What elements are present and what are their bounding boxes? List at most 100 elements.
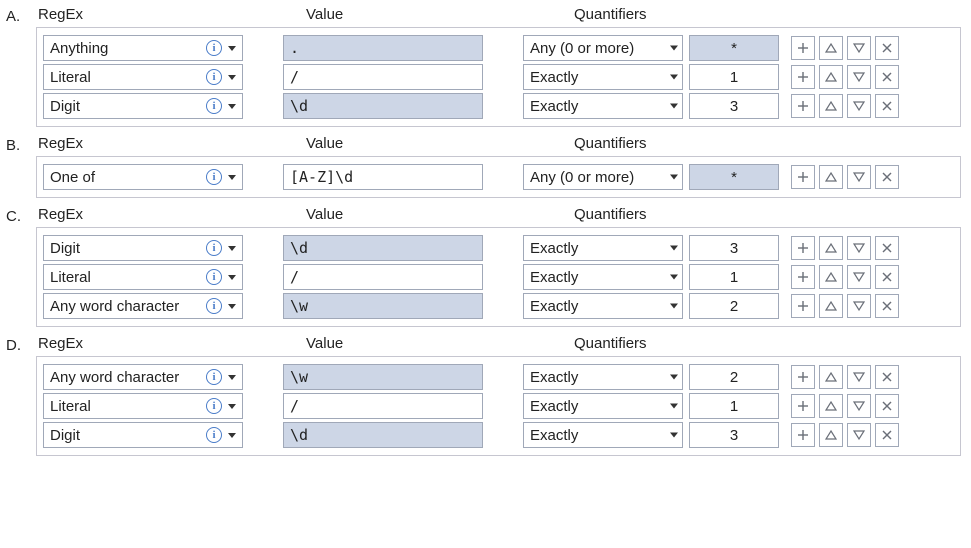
quantifier-count-input[interactable]: 3: [689, 235, 779, 261]
info-icon[interactable]: i: [206, 369, 222, 385]
value-text: [A-Z]\d: [290, 168, 353, 186]
value-input[interactable]: \d: [283, 235, 483, 261]
quantifier-label: Exactly: [530, 69, 578, 86]
delete-row-button[interactable]: [875, 394, 899, 418]
move-down-button[interactable]: [847, 365, 871, 389]
quantifier-count-input[interactable]: 2: [689, 293, 779, 319]
info-icon[interactable]: i: [206, 40, 222, 56]
move-up-button[interactable]: [819, 94, 843, 118]
delete-row-button[interactable]: [875, 94, 899, 118]
value-input[interactable]: /: [283, 264, 483, 290]
quantifier-dropdown[interactable]: Exactly: [523, 264, 683, 290]
regex-type-dropdown[interactable]: Literal i: [43, 64, 243, 90]
value-input[interactable]: \d: [283, 422, 483, 448]
quantifier-dropdown[interactable]: Exactly: [523, 364, 683, 390]
quantifier-dropdown[interactable]: Exactly: [523, 393, 683, 419]
value-input[interactable]: /: [283, 64, 483, 90]
value-input[interactable]: \w: [283, 293, 483, 319]
add-row-button[interactable]: [791, 65, 815, 89]
delete-row-button[interactable]: [875, 165, 899, 189]
quantifier-label: Any (0 or more): [530, 169, 634, 186]
move-down-button[interactable]: [847, 165, 871, 189]
add-row-button[interactable]: [791, 36, 815, 60]
value-input[interactable]: /: [283, 393, 483, 419]
move-down-button[interactable]: [847, 265, 871, 289]
value-input[interactable]: .: [283, 35, 483, 61]
quantifier-count-input[interactable]: 3: [689, 93, 779, 119]
add-row-button[interactable]: [791, 265, 815, 289]
add-row-button[interactable]: [791, 94, 815, 118]
quantifier-count-text: 2: [730, 369, 738, 386]
quantifier-dropdown[interactable]: Exactly: [523, 93, 683, 119]
quantifier-dropdown[interactable]: Any (0 or more): [523, 35, 683, 61]
add-row-button[interactable]: [791, 236, 815, 260]
delete-row-button[interactable]: [875, 423, 899, 447]
info-icon[interactable]: i: [206, 169, 222, 185]
move-up-button[interactable]: [819, 36, 843, 60]
move-down-button[interactable]: [847, 236, 871, 260]
move-up-button[interactable]: [819, 65, 843, 89]
regex-row: Literal i / Exactly 1: [43, 64, 954, 90]
chevron-down-icon: [228, 75, 236, 80]
delete-row-button[interactable]: [875, 36, 899, 60]
delete-row-button[interactable]: [875, 365, 899, 389]
regex-type-dropdown[interactable]: One of i: [43, 164, 243, 190]
move-down-button[interactable]: [847, 36, 871, 60]
regex-type-dropdown[interactable]: Literal i: [43, 393, 243, 419]
move-up-button[interactable]: [819, 294, 843, 318]
quantifier-count-input[interactable]: 2: [689, 364, 779, 390]
header-value: Value: [306, 206, 546, 223]
info-icon[interactable]: i: [206, 427, 222, 443]
regex-type-dropdown[interactable]: Literal i: [43, 264, 243, 290]
quantifier-count-text: 2: [730, 298, 738, 315]
move-down-button[interactable]: [847, 65, 871, 89]
add-row-button[interactable]: [791, 394, 815, 418]
value-input[interactable]: [A-Z]\d: [283, 164, 483, 190]
add-row-button[interactable]: [791, 423, 815, 447]
delete-row-button[interactable]: [875, 65, 899, 89]
move-up-button[interactable]: [819, 265, 843, 289]
add-row-button[interactable]: [791, 165, 815, 189]
add-row-button[interactable]: [791, 365, 815, 389]
info-icon[interactable]: i: [206, 240, 222, 256]
quantifier-count-input[interactable]: 3: [689, 422, 779, 448]
regex-type-dropdown[interactable]: Any word character i: [43, 293, 243, 319]
quantifier-count-input[interactable]: *: [689, 164, 779, 190]
value-input[interactable]: \d: [283, 93, 483, 119]
move-up-button[interactable]: [819, 394, 843, 418]
regex-type-dropdown[interactable]: Anything i: [43, 35, 243, 61]
info-icon[interactable]: i: [206, 69, 222, 85]
move-down-button[interactable]: [847, 294, 871, 318]
move-down-button[interactable]: [847, 423, 871, 447]
quantifier-dropdown[interactable]: Exactly: [523, 422, 683, 448]
move-up-button[interactable]: [819, 165, 843, 189]
regex-type-dropdown[interactable]: Digit i: [43, 235, 243, 261]
move-down-button[interactable]: [847, 394, 871, 418]
regex-row: One of i [A-Z]\d Any (0 or more) *: [43, 164, 954, 190]
quantifier-count-input[interactable]: 1: [689, 264, 779, 290]
delete-row-button[interactable]: [875, 294, 899, 318]
move-up-button[interactable]: [819, 365, 843, 389]
move-down-button[interactable]: [847, 94, 871, 118]
delete-row-button[interactable]: [875, 265, 899, 289]
info-icon[interactable]: i: [206, 269, 222, 285]
regex-type-dropdown[interactable]: Digit i: [43, 93, 243, 119]
quantifier-count-input[interactable]: 1: [689, 393, 779, 419]
info-icon[interactable]: i: [206, 398, 222, 414]
quantifier-dropdown[interactable]: Exactly: [523, 64, 683, 90]
quantifier-count-input[interactable]: 1: [689, 64, 779, 90]
quantifier-dropdown[interactable]: Exactly: [523, 293, 683, 319]
quantifier-count-input[interactable]: *: [689, 35, 779, 61]
column-headers: RegEx Value Quantifiers: [36, 135, 961, 152]
delete-row-button[interactable]: [875, 236, 899, 260]
value-input[interactable]: \w: [283, 364, 483, 390]
move-up-button[interactable]: [819, 236, 843, 260]
add-row-button[interactable]: [791, 294, 815, 318]
regex-type-dropdown[interactable]: Digit i: [43, 422, 243, 448]
info-icon[interactable]: i: [206, 98, 222, 114]
quantifier-dropdown[interactable]: Any (0 or more): [523, 164, 683, 190]
quantifier-dropdown[interactable]: Exactly: [523, 235, 683, 261]
move-up-button[interactable]: [819, 423, 843, 447]
info-icon[interactable]: i: [206, 298, 222, 314]
regex-type-dropdown[interactable]: Any word character i: [43, 364, 243, 390]
